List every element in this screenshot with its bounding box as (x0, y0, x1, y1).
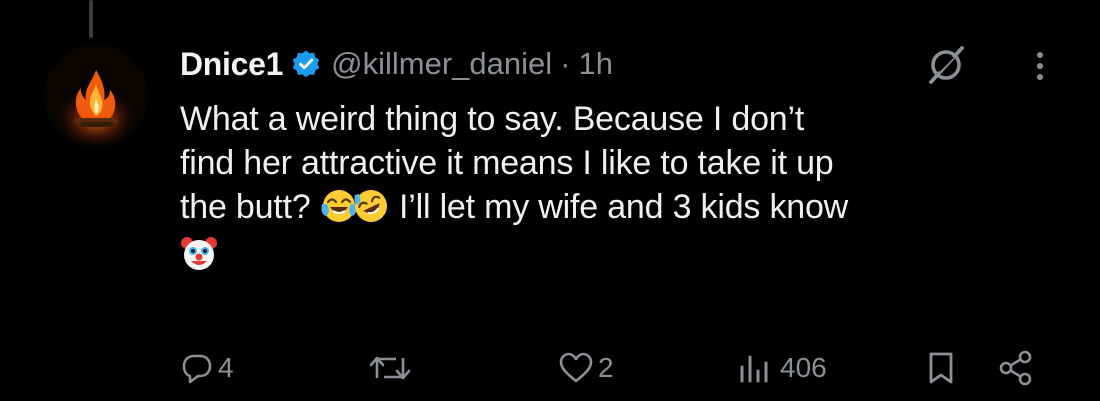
tweet-text-line-3: the butt? I’ll let my wife and 3 kids kn… (180, 185, 1070, 229)
reply-icon (182, 354, 212, 384)
tweet-text-line-2: find her attractive it means I like to t… (180, 144, 834, 182)
timestamp[interactable]: 1h (578, 46, 612, 82)
bookmark-icon (929, 352, 953, 384)
avatar[interactable] (44, 44, 148, 148)
like-button[interactable]: 2 (558, 346, 614, 390)
action-bar: 4 2 406 (178, 346, 1058, 390)
views-count: 406 (780, 352, 827, 383)
share-button[interactable] (996, 346, 1036, 390)
bonfire-avatar-icon (44, 44, 148, 148)
rolling-on-the-floor-laughing-emoji-icon (352, 187, 390, 225)
views-icon (740, 355, 768, 383)
clown-face-emoji-icon (180, 235, 218, 273)
thread-connector-line (89, 0, 93, 38)
tweet-header: Dnice1 @killmer_daniel · 1h (180, 40, 613, 88)
more-options-icon[interactable] (1030, 46, 1050, 86)
tweet-text-segment: the butt? (180, 188, 311, 226)
tweet-text-line-1: What a weird thing to say. Because I don… (180, 100, 805, 138)
bookmark-button[interactable] (924, 346, 958, 390)
grok-icon[interactable] (925, 44, 967, 86)
author-handle[interactable]: @killmer_daniel (331, 46, 552, 82)
verified-badge-icon (291, 49, 321, 79)
like-icon (559, 352, 593, 383)
reply-count: 4 (218, 352, 234, 383)
like-count: 2 (598, 352, 614, 383)
separator-dot: · (560, 46, 571, 81)
views-button[interactable]: 406 (736, 346, 827, 390)
tweet-text-segment: I’ll let my wife and 3 kids know (389, 188, 849, 226)
reply-button[interactable]: 4 (180, 346, 234, 390)
retweet-icon (369, 356, 411, 380)
tweet-text-line-4 (180, 233, 1070, 277)
retweet-button[interactable] (368, 346, 416, 390)
author-display-name[interactable]: Dnice1 (180, 46, 283, 83)
share-icon (999, 350, 1032, 386)
tweet-text: What a weird thing to say. Because I don… (180, 97, 1070, 277)
